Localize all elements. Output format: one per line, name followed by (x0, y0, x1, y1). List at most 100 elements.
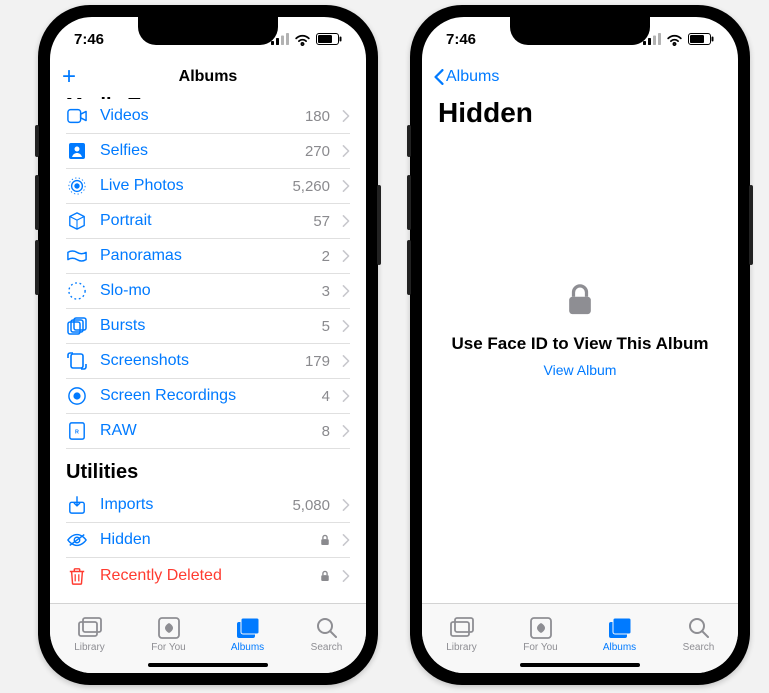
album-row-livephotos[interactable]: Live Photos 5,260 (66, 169, 350, 204)
tab-search[interactable]: Search (659, 616, 738, 653)
notch (138, 17, 278, 45)
tab-label: Search (311, 642, 343, 653)
tab-label: Albums (231, 642, 264, 653)
album-row-label: Videos (100, 107, 293, 125)
album-row-count: 5,260 (292, 178, 330, 195)
album-row-trash[interactable]: Recently Deleted (66, 558, 350, 593)
page-title: Hidden (422, 93, 738, 137)
lock-icon (320, 534, 330, 546)
tab-albums[interactable]: Albums (580, 616, 659, 653)
slomo-icon (66, 282, 88, 300)
tab-foryou[interactable]: For You (129, 616, 208, 653)
back-label: Albums (446, 68, 499, 86)
tab-library[interactable]: Library (50, 616, 129, 653)
add-button[interactable]: + (62, 65, 76, 89)
chevron-right-icon (342, 499, 350, 511)
album-row-count: 179 (305, 353, 330, 370)
album-row-label: Live Photos (100, 177, 280, 195)
status-indicators (643, 33, 714, 46)
album-row-label: Screen Recordings (100, 387, 310, 405)
search-tab-icon (315, 616, 339, 640)
album-row-selfies[interactable]: Selfies 270 (66, 134, 350, 169)
albums-tab-icon (236, 616, 260, 640)
tab-label: Albums (603, 642, 636, 653)
nav-bar: Albums (422, 61, 738, 93)
foryou-tab-icon (157, 616, 181, 640)
chevron-right-icon (342, 570, 350, 582)
album-row-label: Imports (100, 496, 280, 514)
chevron-right-icon (342, 320, 350, 332)
tab-label: Library (74, 642, 105, 653)
album-row-count: 3 (322, 283, 330, 300)
chevron-right-icon (342, 425, 350, 437)
imports-icon (66, 496, 88, 514)
tab-search[interactable]: Search (287, 616, 366, 653)
nav-title: Albums (50, 68, 366, 86)
home-indicator[interactable] (148, 663, 268, 667)
chevron-right-icon (342, 215, 350, 227)
album-row-panoramas[interactable]: Panoramas 2 (66, 239, 350, 274)
bursts-icon (66, 317, 88, 335)
livephotos-icon (66, 177, 88, 195)
tab-label: Search (683, 642, 715, 653)
back-button[interactable]: Albums (434, 68, 499, 86)
wifi-icon (666, 33, 683, 46)
tab-foryou[interactable]: For You (501, 616, 580, 653)
album-row-label: Screenshots (100, 352, 293, 370)
hidden-icon (66, 531, 88, 549)
albums-list[interactable]: Media TypesVideos180Selfies270Live Photo… (50, 93, 366, 603)
library-tab-icon (450, 616, 474, 640)
album-row-count: 8 (322, 423, 330, 440)
lock-icon (320, 570, 330, 582)
battery-icon (316, 33, 342, 45)
albums-tab-icon (608, 616, 632, 640)
album-row-label: Hidden (100, 531, 308, 549)
raw-icon (66, 422, 88, 440)
tab-albums[interactable]: Albums (208, 616, 287, 653)
album-row-count: 5 (322, 318, 330, 335)
album-row-imports[interactable]: Imports5,080 (66, 488, 350, 523)
tab-library[interactable]: Library (422, 616, 501, 653)
album-row-label: Selfies (100, 142, 293, 160)
album-row-hidden[interactable]: Hidden (66, 523, 350, 558)
album-row-count: 270 (305, 143, 330, 160)
album-row-screenrec[interactable]: Screen Recordings 4 (66, 379, 350, 414)
videos-icon (66, 107, 88, 125)
album-row-label: RAW (100, 422, 310, 440)
wifi-icon (294, 33, 311, 46)
album-row-raw[interactable]: RAW 8 (66, 414, 350, 449)
screenshots-icon (66, 352, 88, 370)
album-row-count: 4 (322, 388, 330, 405)
status-indicators (271, 33, 342, 46)
album-row-screenshots[interactable]: Screenshots 179 (66, 344, 350, 379)
album-row-portrait[interactable]: Portrait57 (66, 204, 350, 239)
lock-icon (567, 283, 593, 322)
view-album-link[interactable]: View Album (544, 362, 617, 378)
chevron-right-icon (342, 534, 350, 546)
plus-icon: + (62, 65, 76, 89)
back-chevron-icon (434, 69, 444, 85)
album-row-count: 2 (322, 248, 330, 265)
status-time: 7:46 (74, 31, 104, 48)
album-row-bursts[interactable]: Bursts 5 (66, 309, 350, 344)
phone-left: 7:46 + Albums Media TypesVideos180Selfie… (38, 5, 378, 685)
panoramas-icon (66, 247, 88, 265)
phone-right: 7:46 Albums Hidden Use Face ID to View T… (410, 5, 750, 685)
battery-icon (688, 33, 714, 45)
portrait-icon (66, 212, 88, 230)
notch (510, 17, 650, 45)
foryou-tab-icon (529, 616, 553, 640)
album-row-slomo[interactable]: Slo-mo 3 (66, 274, 350, 309)
chevron-right-icon (342, 180, 350, 192)
album-row-label: Panoramas (100, 247, 310, 265)
locked-album-state: Use Face ID to View This Album View Albu… (422, 137, 738, 603)
album-row-label: Recently Deleted (100, 567, 308, 585)
album-row-videos[interactable]: Videos180 (66, 99, 350, 134)
album-row-label: Slo-mo (100, 282, 310, 300)
chevron-right-icon (342, 355, 350, 367)
home-indicator[interactable] (520, 663, 640, 667)
chevron-right-icon (342, 390, 350, 402)
tab-label: Library (446, 642, 477, 653)
album-row-label: Bursts (100, 317, 310, 335)
section-header: Utilities (66, 449, 350, 488)
